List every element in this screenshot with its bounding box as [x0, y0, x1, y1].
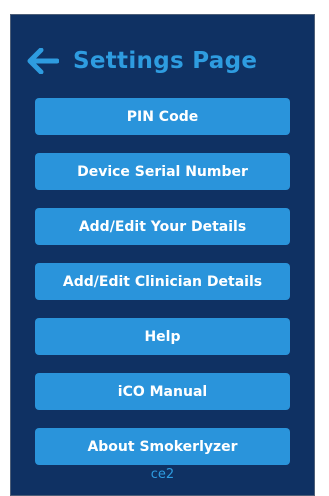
pin-code-button[interactable]: PIN Code — [35, 98, 290, 135]
add-edit-clinician-details-button[interactable]: Add/Edit Clinician Details — [35, 263, 290, 300]
help-button[interactable]: Help — [35, 318, 290, 355]
device-serial-number-button[interactable]: Device Serial Number — [35, 153, 290, 190]
add-edit-your-details-button[interactable]: Add/Edit Your Details — [35, 208, 290, 245]
settings-panel: Settings Page PIN Code Device Serial Num… — [10, 14, 315, 496]
about-smokerlyzer-button[interactable]: About Smokerlyzer — [35, 428, 290, 465]
settings-menu: PIN Code Device Serial Number Add/Edit Y… — [35, 98, 290, 483]
back-to-previous-header[interactable]: Settings Page — [27, 43, 257, 79]
arrow-left-icon[interactable] — [27, 47, 60, 75]
page-title: Settings Page — [73, 48, 258, 74]
version-label: ce2 — [150, 467, 175, 482]
ico-manual-button[interactable]: iCO Manual — [35, 373, 290, 410]
